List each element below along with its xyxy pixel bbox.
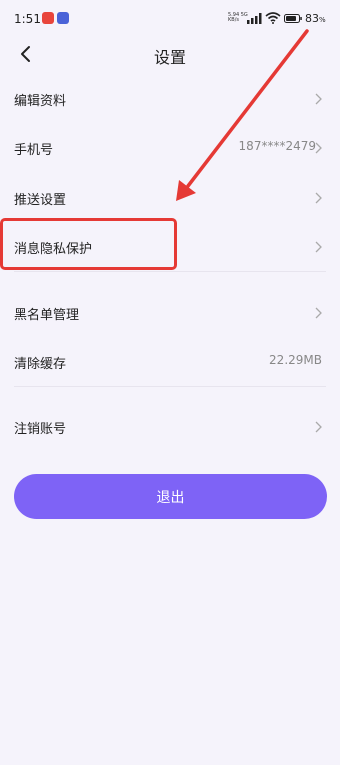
logout-button[interactable]: 退出 — [14, 474, 327, 519]
settings-item-push[interactable]: 推送设置 — [0, 174, 340, 222]
page-header: 设置 — [0, 36, 340, 72]
wifi-icon — [265, 12, 281, 24]
settings-item-label: 注销账号 — [14, 422, 67, 437]
status-time: 1:51 — [14, 12, 41, 26]
settings-item-delete-account[interactable]: 注销账号 — [0, 403, 340, 451]
chevron-right-icon — [315, 93, 322, 105]
settings-item-label: 清除缓存 — [14, 357, 67, 372]
chevron-right-icon — [315, 421, 322, 433]
chevron-right-icon — [315, 142, 322, 154]
settings-item-label: 手机号 — [14, 143, 54, 158]
status-bar: 1:51 5.94 5G KB/s 83% — [0, 0, 340, 36]
chevron-right-icon — [315, 192, 322, 204]
signal-icon — [247, 13, 262, 24]
settings-item-label: 推送设置 — [14, 193, 67, 208]
settings-item-label: 编辑资料 — [14, 94, 67, 109]
settings-item-blacklist[interactable]: 黑名单管理 — [0, 289, 340, 337]
page-title: 设置 — [153, 48, 186, 67]
divider — [14, 271, 326, 272]
chevron-right-icon — [315, 241, 322, 253]
notification-app-icon — [42, 12, 54, 24]
settings-item-clear-cache[interactable]: 清除缓存 22.29MB — [0, 338, 340, 386]
highlight-box — [0, 218, 177, 270]
settings-item-label: 黑名单管理 — [14, 308, 80, 323]
settings-item-edit-profile[interactable]: 编辑资料 — [0, 75, 340, 123]
divider — [14, 386, 326, 387]
battery-icon — [284, 14, 302, 23]
phone-number-value: 187****2479 — [238, 139, 316, 153]
battery-percent: 83% — [305, 12, 326, 25]
network-speed: 5.94 5G KB/s — [228, 12, 248, 23]
chevron-right-icon — [315, 307, 322, 319]
notification-app-icon — [57, 12, 69, 24]
settings-item-phone[interactable]: 手机号 187****2479 — [0, 124, 340, 172]
cache-size-value: 22.29MB — [269, 353, 322, 367]
